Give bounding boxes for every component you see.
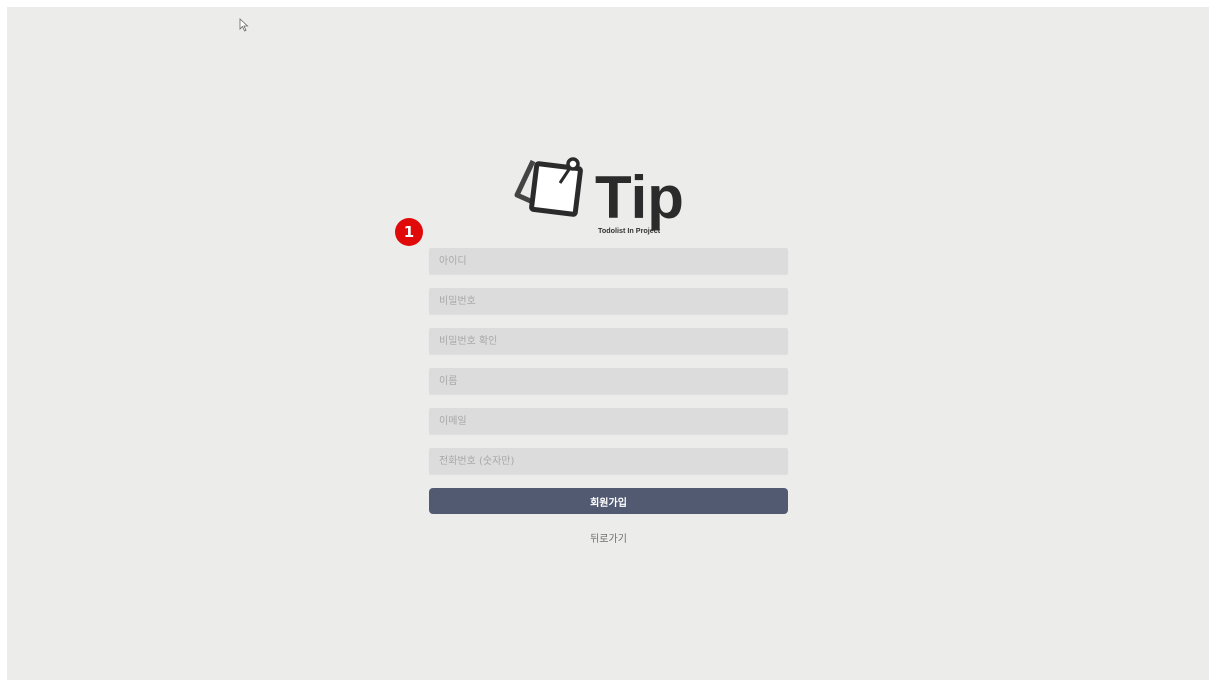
signup-button[interactable]: 회원가입 bbox=[429, 488, 788, 514]
email-field[interactable] bbox=[429, 408, 788, 434]
arrow-cursor-icon bbox=[239, 18, 249, 32]
password-confirm-field[interactable] bbox=[429, 328, 788, 354]
back-link[interactable]: 뒤로가기 bbox=[429, 530, 788, 545]
phone-field[interactable] bbox=[429, 448, 788, 474]
step-badge: 1 bbox=[395, 218, 423, 246]
name-field[interactable] bbox=[429, 368, 788, 394]
logo-wordmark: Tip bbox=[595, 164, 684, 231]
logo-tagline: Todolist In Project bbox=[598, 226, 661, 235]
password-field[interactable] bbox=[429, 288, 788, 314]
tip-logo: Tip Todolist In Project bbox=[514, 157, 684, 235]
sticky-notes-icon bbox=[514, 157, 583, 217]
username-field[interactable] bbox=[429, 248, 788, 274]
